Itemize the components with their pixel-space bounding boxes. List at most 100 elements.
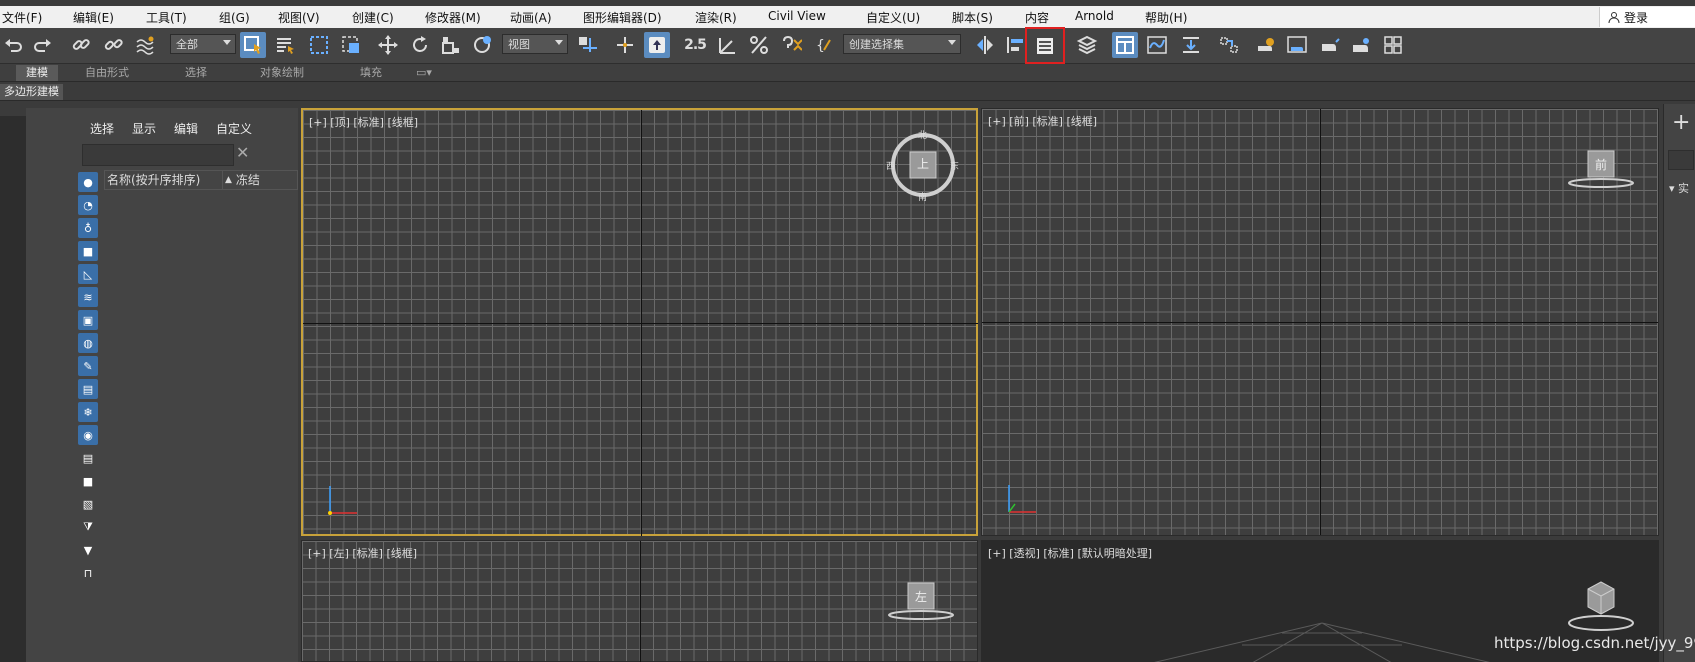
filter-options-icon[interactable]: ⧩ [78,517,98,537]
bind-space-warp-button[interactable] [132,32,158,58]
redo-button[interactable] [30,32,56,58]
ribbon-tab-freeform[interactable]: 自由形式 [75,65,139,81]
ribbon-toggle-button[interactable] [1112,32,1138,58]
login-button[interactable]: 登录 [1599,7,1695,27]
align-button[interactable] [1002,32,1028,58]
viewcube-face-left[interactable]: 左 [915,588,927,605]
edit-named-selection-button[interactable]: { [812,32,838,58]
viewport-top-label[interactable]: [+] [顶] [标准] [线框] [309,114,418,130]
polygon-modeling-tab[interactable]: 多边形建模 [0,84,63,100]
viewcube[interactable]: 前 [1566,147,1636,193]
menu-tools[interactable]: 工具(T) [146,9,187,26]
render-production-button[interactable] [1316,32,1342,58]
render-setup-button[interactable] [1252,32,1278,58]
geometry-filter-icon[interactable]: ● [78,172,98,192]
viewcube-east[interactable]: 东 [950,159,959,172]
ribbon-options-dropdown[interactable]: ▭▾ [406,65,442,81]
create-tab-icon[interactable]: + [1672,110,1690,135]
scale-button[interactable] [438,32,464,58]
rotate-button[interactable] [407,32,433,58]
menu-edit[interactable]: 编辑(E) [73,9,114,26]
select-object-button[interactable] [240,32,266,58]
selection-filter-select[interactable]: 全部 [170,34,236,54]
viewcube-west[interactable]: 西 [886,159,895,172]
mirror-button[interactable] [972,32,998,58]
scene-search-input[interactable] [82,144,234,166]
toggle-layer-explorer-button[interactable] [1074,32,1100,58]
rendered-frame-window-button[interactable] [1284,32,1310,58]
pivot-center-button[interactable] [574,32,600,58]
viewport-perspective-label[interactable]: [+] [透视] [标准] [默认明暗处理] [988,545,1152,561]
menu-group[interactable]: 组(G) [219,9,250,26]
scene-menu-display[interactable]: 显示 [132,120,156,137]
menu-rendering[interactable]: 渲染(R) [695,9,737,26]
viewcube-face-front[interactable]: 前 [1595,156,1607,173]
viewcube-north[interactable]: 北 [918,128,927,141]
menu-modifiers[interactable]: 修改器(M) [425,9,481,26]
ribbon-tab-object-paint[interactable]: 对象绘制 [250,65,314,81]
percent-snap-button[interactable] [746,32,772,58]
viewport-top[interactable]: [+] [顶] [标准] [线框] 上 北 南 东 西 [301,108,978,536]
unlink-button[interactable] [100,32,126,58]
layer-icon[interactable]: ⊓ [78,563,98,583]
spinner-snap-button[interactable] [778,32,804,58]
snaps-toggle-button[interactable]: 2.5 [682,32,708,58]
link-button[interactable] [68,32,94,58]
rollout-label[interactable]: ▾ 实 [1669,180,1689,196]
column-name[interactable]: 名称(按升序排序) [105,171,223,189]
close-icon[interactable]: ✕ [236,143,249,162]
scene-menu-customize[interactable]: 自定义 [216,120,252,137]
window-crossing-button[interactable] [338,32,364,58]
keyboard-shortcut-button[interactable] [644,32,670,58]
angle-snap-button[interactable] [714,32,740,58]
light-filter-icon[interactable]: ♁ [78,218,98,238]
ribbon-tab-selection[interactable]: 选择 [175,65,217,81]
material-editor-button[interactable] [1216,32,1242,58]
command-panel-field[interactable] [1668,150,1694,170]
undo-button[interactable] [0,32,26,58]
helper-filter-icon[interactable]: ◺ [78,264,98,284]
menu-arnold[interactable]: Arnold [1075,9,1114,23]
media-gallery-button[interactable] [1380,32,1406,58]
group-filter-icon[interactable]: ▣ [78,310,98,330]
column-freeze[interactable]: 冻结 [234,171,297,189]
ribbon-tab-modeling[interactable]: 建模 [16,65,58,81]
toggle-scene-explorer-button[interactable] [1025,27,1065,64]
menu-content[interactable]: 内容 [1025,9,1049,26]
ribbon-tab-populate[interactable]: 填充 [350,65,392,81]
viewport-left-label[interactable]: [+] [左] [标准] [线框] [308,545,417,561]
viewcube-south[interactable]: 南 [918,190,927,203]
camera-filter-icon[interactable]: ■ [78,241,98,261]
menu-create[interactable]: 创建(C) [352,9,394,26]
move-button[interactable] [375,32,401,58]
viewcube[interactable]: 上 北 南 东 西 [886,128,959,203]
reference-coord-select[interactable]: 视图 [502,34,568,54]
named-selection-select[interactable]: 创建选择集 [843,34,961,54]
rect-selection-button[interactable] [306,32,332,58]
menu-scripting[interactable]: 脚本(S) [952,9,993,26]
curve-editor-button[interactable] [1144,32,1170,58]
menu-file[interactable]: 文件(F) [2,9,42,26]
menu-help[interactable]: 帮助(H) [1145,9,1187,26]
frozen-filter-icon[interactable]: ❄ [78,402,98,422]
xref-filter-icon[interactable]: ◍ [78,333,98,353]
schematic-view-button[interactable] [1178,32,1204,58]
scene-menu-edit[interactable]: 编辑 [174,120,198,137]
menu-animation[interactable]: 动画(A) [510,9,552,26]
display-none-icon[interactable]: ■ [78,471,98,491]
select-manipulate-button[interactable] [612,32,638,58]
viewport-front[interactable]: [+] [前] [标准] [线框] 前 [981,108,1659,536]
menu-civil-view[interactable]: Civil View [768,9,826,23]
bone-filter-icon[interactable]: ✎ [78,356,98,376]
viewcube[interactable]: 左 [886,579,956,625]
render-in-cloud-button[interactable] [1348,32,1374,58]
viewport-front-label[interactable]: [+] [前] [标准] [线框] [988,113,1097,129]
viewport-left[interactable]: [+] [左] [标准] [线框] 左 [301,540,978,662]
shape-filter-icon[interactable]: ◔ [78,195,98,215]
hidden-filter-icon[interactable]: ◉ [78,425,98,445]
place-button[interactable] [470,32,496,58]
invert-display-icon[interactable]: ▧ [78,494,98,514]
menu-view[interactable]: 视图(V) [278,9,320,26]
viewcube-face-top[interactable]: 上 [917,155,929,172]
scene-menu-select[interactable]: 选择 [90,120,114,137]
